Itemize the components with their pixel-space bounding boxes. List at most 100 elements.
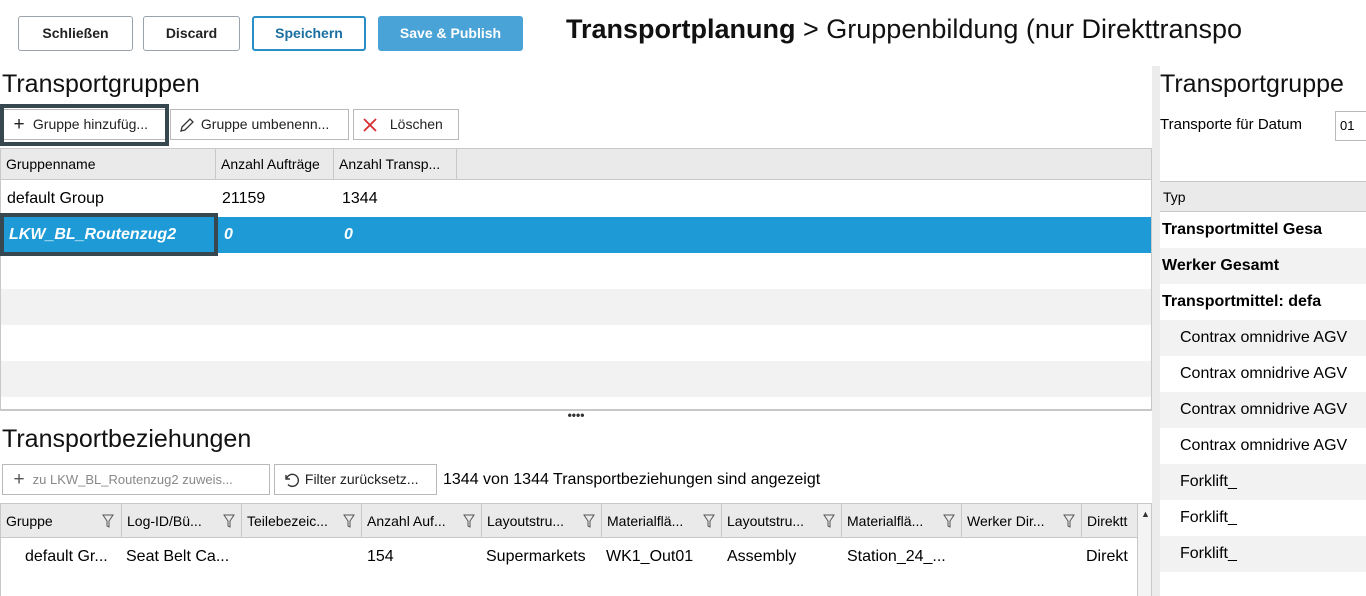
rename-group-label: Gruppe umbenenn... bbox=[200, 116, 330, 132]
empty-row bbox=[1, 289, 1151, 325]
table-row[interactable]: default Group 21159 1344 bbox=[1, 181, 1151, 217]
close-button[interactable]: Schließen bbox=[18, 16, 133, 51]
column-header-label: Layoutstru... bbox=[727, 513, 805, 529]
list-item[interactable]: Forklift_ bbox=[1160, 500, 1366, 536]
page-title-module: Transportplanung bbox=[566, 14, 796, 44]
scroll-up-arrow[interactable]: ▲ bbox=[1137, 504, 1151, 538]
material-area-target-cell: Station_24_... bbox=[847, 548, 946, 565]
undo-icon bbox=[281, 465, 301, 498]
column-header-label: Anzahl Auf... bbox=[367, 513, 446, 529]
save-publish-button[interactable]: Save & Publish bbox=[378, 16, 523, 51]
list-item[interactable]: Transportmittel: defa bbox=[1160, 284, 1366, 320]
group-name-cell: LKW_BL_Routenzug2 bbox=[9, 226, 177, 243]
group-cell: default Gr... bbox=[25, 548, 108, 565]
list-item[interactable]: Forklift_ bbox=[1160, 536, 1366, 572]
column-header-label: Materialflä... bbox=[847, 513, 924, 529]
transport-count-cell: 1344 bbox=[342, 190, 378, 207]
section-splitter[interactable]: •••• bbox=[0, 409, 1152, 421]
delete-group-button[interactable]: Löschen bbox=[353, 109, 459, 140]
table-row-selected[interactable]: LKW_BL_Routenzug2 0 0 bbox=[1, 217, 1151, 253]
plus-icon: + bbox=[13, 114, 25, 135]
filter-icon[interactable] bbox=[102, 514, 114, 528]
layout-structure-target-cell: Assembly bbox=[727, 548, 797, 565]
column-header-layout-structure-target[interactable]: Layoutstru... bbox=[722, 504, 842, 538]
table-row[interactable]: default Gr... Seat Belt Ca... 154 Superm… bbox=[1, 539, 1137, 575]
x-icon bbox=[360, 110, 380, 143]
delete-group-label: Löschen bbox=[389, 116, 443, 132]
transport-count-cell: 0 bbox=[344, 226, 353, 243]
order-count-cell: 0 bbox=[224, 226, 233, 243]
right-table-header[interactable]: Typ bbox=[1160, 181, 1366, 212]
column-header-part-name[interactable]: Teilebezeic... bbox=[242, 504, 362, 538]
column-header-label: Teilebezeic... bbox=[247, 513, 328, 529]
relations-table-header: Gruppe Log-ID/Bü... Teilebezeic... Anzah… bbox=[1, 504, 1151, 538]
relations-table: Gruppe Log-ID/Bü... Teilebezeic... Anzah… bbox=[0, 503, 1152, 596]
column-header-label: Layoutstru... bbox=[487, 513, 565, 529]
page-title-view: Gruppenbildung (nur Direkttranspo bbox=[826, 14, 1243, 44]
filter-icon[interactable] bbox=[1063, 514, 1075, 528]
relations-section-title: Transportbeziehungen bbox=[2, 425, 252, 453]
column-header-direct-transport[interactable]: Direktt bbox=[1082, 504, 1137, 538]
column-header-label: Log-ID/Bü... bbox=[127, 513, 202, 529]
order-count-cell: 154 bbox=[367, 548, 394, 565]
empty-row bbox=[1, 253, 1151, 289]
assign-to-group-label: zu LKW_BL_Routenzug2 zuweis... bbox=[32, 472, 233, 487]
filter-icon[interactable] bbox=[823, 514, 835, 528]
column-header-order-count[interactable]: Anzahl Aufträge bbox=[216, 149, 334, 180]
empty-row bbox=[1, 361, 1151, 397]
add-group-label: Gruppe hinzufüg... bbox=[32, 116, 149, 132]
list-item[interactable]: Contrax omnidrive AGV bbox=[1160, 320, 1366, 356]
reset-filter-label: Filter zurücksetz... bbox=[304, 471, 419, 487]
column-header-label: Materialflä... bbox=[607, 513, 684, 529]
material-area-source-cell: WK1_Out01 bbox=[606, 548, 694, 565]
log-id-cell: Seat Belt Ca... bbox=[126, 548, 230, 565]
plus-icon: + bbox=[13, 469, 25, 490]
column-header-transport-count[interactable]: Anzahl Transp... bbox=[334, 149, 457, 180]
filter-icon[interactable] bbox=[343, 514, 355, 528]
right-panel-title: Transportgruppe bbox=[1160, 70, 1344, 98]
filter-icon[interactable] bbox=[703, 514, 715, 528]
column-header-group-name[interactable]: Gruppenname bbox=[1, 149, 216, 180]
column-header-label: Werker Dir... bbox=[967, 513, 1045, 529]
date-input[interactable]: 01 bbox=[1335, 111, 1366, 141]
layout-structure-source-cell: Supermarkets bbox=[486, 548, 586, 565]
breadcrumb-separator: > bbox=[795, 14, 827, 44]
relations-status-text: 1344 von 1344 Transportbeziehungen sind … bbox=[443, 471, 821, 488]
groups-section-title: Transportgruppen bbox=[2, 70, 200, 98]
column-header-log-id[interactable]: Log-ID/Bü... bbox=[122, 504, 242, 538]
groups-table: Gruppenname Anzahl Aufträge Anzahl Trans… bbox=[0, 148, 1152, 410]
add-group-button[interactable]: + Gruppe hinzufüg... bbox=[2, 109, 166, 140]
column-header-material-area-source[interactable]: Materialflä... bbox=[602, 504, 722, 538]
column-header-material-area-target[interactable]: Materialflä... bbox=[842, 504, 962, 538]
panel-divider[interactable] bbox=[1152, 66, 1160, 596]
list-item[interactable]: Contrax omnidrive AGV bbox=[1160, 428, 1366, 464]
groups-table-header: Gruppenname Anzahl Aufträge Anzahl Trans… bbox=[1, 149, 1151, 180]
list-item[interactable]: Transportmittel Gesa bbox=[1160, 212, 1366, 248]
reset-filter-button[interactable]: Filter zurücksetz... bbox=[274, 464, 437, 495]
filter-icon[interactable] bbox=[583, 514, 595, 528]
column-header-layout-structure-source[interactable]: Layoutstru... bbox=[482, 504, 602, 538]
order-count-cell: 21159 bbox=[222, 190, 266, 207]
column-header-group[interactable]: Gruppe bbox=[1, 504, 122, 538]
column-header-label: Gruppe bbox=[6, 513, 53, 529]
list-item[interactable]: Contrax omnidrive AGV bbox=[1160, 392, 1366, 428]
rename-group-button[interactable]: Gruppe umbenenn... bbox=[170, 109, 349, 140]
column-header-order-count[interactable]: Anzahl Auf... bbox=[362, 504, 482, 538]
top-toolbar: Schließen Discard Speichern Save & Publi… bbox=[0, 0, 1366, 66]
assign-to-group-button[interactable]: + zu LKW_BL_Routenzug2 zuweis... bbox=[2, 464, 270, 495]
empty-row bbox=[1, 325, 1151, 361]
list-item[interactable]: Contrax omnidrive AGV bbox=[1160, 356, 1366, 392]
group-name-cell: default Group bbox=[7, 190, 104, 207]
pencil-icon bbox=[177, 110, 197, 143]
list-item[interactable]: Werker Gesamt bbox=[1160, 248, 1366, 284]
filter-icon[interactable] bbox=[463, 514, 475, 528]
list-item[interactable]: Forklift_ bbox=[1160, 464, 1366, 500]
save-button[interactable]: Speichern bbox=[252, 16, 366, 51]
vertical-scrollbar[interactable] bbox=[1137, 538, 1151, 596]
direct-transport-cell: Direkt bbox=[1086, 548, 1128, 565]
discard-button[interactable]: Discard bbox=[143, 16, 240, 51]
column-header-worker-direct[interactable]: Werker Dir... bbox=[962, 504, 1082, 538]
filter-icon[interactable] bbox=[943, 514, 955, 528]
filter-icon[interactable] bbox=[223, 514, 235, 528]
page-title: Transportplanung > Gruppenbildung (nur D… bbox=[566, 14, 1242, 45]
